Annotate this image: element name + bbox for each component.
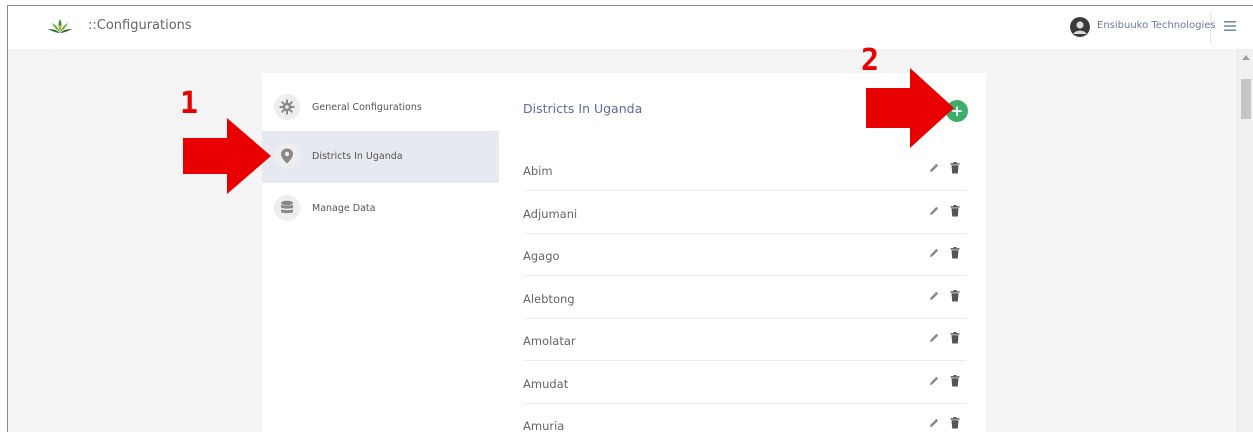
pencil-edit-icon[interactable] <box>928 375 940 387</box>
list-item: Abim <box>523 149 966 191</box>
divider <box>1210 12 1211 42</box>
sidebar-item-label: Manage Data <box>312 203 376 214</box>
logo-icon <box>48 19 72 33</box>
user-name[interactable]: Ensibuuko Technologies <box>1097 20 1216 31</box>
database-icon <box>274 195 300 221</box>
list-item: Alebtong <box>523 277 966 319</box>
scroll-up-arrow-icon[interactable] <box>1242 55 1250 60</box>
pencil-edit-icon[interactable] <box>928 417 940 429</box>
pencil-edit-icon[interactable] <box>928 162 940 174</box>
sidebar-item-districts[interactable]: Districts In Uganda <box>262 131 499 183</box>
location-pin-icon <box>274 143 300 169</box>
pencil-edit-icon[interactable] <box>928 332 940 344</box>
user-icon <box>1070 17 1090 37</box>
annotation-number-1: 1 <box>180 86 199 121</box>
trash-delete-icon[interactable] <box>950 247 960 259</box>
trash-delete-icon[interactable] <box>950 289 960 302</box>
trash-delete-icon[interactable] <box>950 204 960 217</box>
district-name: Abim <box>523 164 553 178</box>
top-bar: ::Configurations Ensibuuko Technologies <box>8 6 1253 49</box>
page-title: ::Configurations <box>88 18 192 33</box>
list-item: Amuria <box>523 404 966 432</box>
district-name: Agago <box>523 249 560 263</box>
pencil-edit-icon[interactable] <box>928 290 940 302</box>
list-item: Amudat <box>523 362 966 404</box>
config-sidebar: General Configurations Districts In Ugan… <box>262 73 499 432</box>
district-name: Alebtong <box>523 291 575 306</box>
panel-title: Districts In Uganda <box>523 101 643 116</box>
trash-delete-icon[interactable] <box>950 162 960 174</box>
annotation-arrow-1-icon <box>183 118 271 194</box>
district-name: Adjumani <box>523 206 578 221</box>
sidebar-item-manage-data[interactable]: Manage Data <box>262 183 499 235</box>
pencil-edit-icon[interactable] <box>928 247 940 259</box>
sidebar-item-label: Districts In Uganda <box>312 151 403 162</box>
gear-icon <box>274 94 300 120</box>
pencil-edit-icon[interactable] <box>928 205 940 217</box>
list-item: Agago <box>523 234 966 276</box>
scrollbar[interactable] <box>1237 49 1253 432</box>
hamburger-menu-icon[interactable] <box>1222 18 1238 34</box>
sidebar-item-general-configurations[interactable]: General Configurations <box>262 82 499 134</box>
list-item: Adjumani <box>523 192 966 234</box>
trash-delete-icon[interactable] <box>950 417 960 429</box>
app-window: ::Configurations Ensibuuko Technologies <box>7 5 1253 432</box>
list-item: Amolatar <box>523 319 966 361</box>
avatar[interactable] <box>1070 17 1090 37</box>
trash-delete-icon[interactable] <box>950 374 960 387</box>
district-name: Amudat <box>523 376 569 391</box>
trash-delete-icon[interactable] <box>950 332 960 344</box>
scroll-thumb[interactable] <box>1241 79 1251 119</box>
district-name: Amolatar <box>523 334 576 348</box>
district-name: Amuria <box>523 419 565 432</box>
annotation-arrow-2-icon <box>866 68 954 148</box>
sidebar-item-label: General Configurations <box>312 102 422 113</box>
